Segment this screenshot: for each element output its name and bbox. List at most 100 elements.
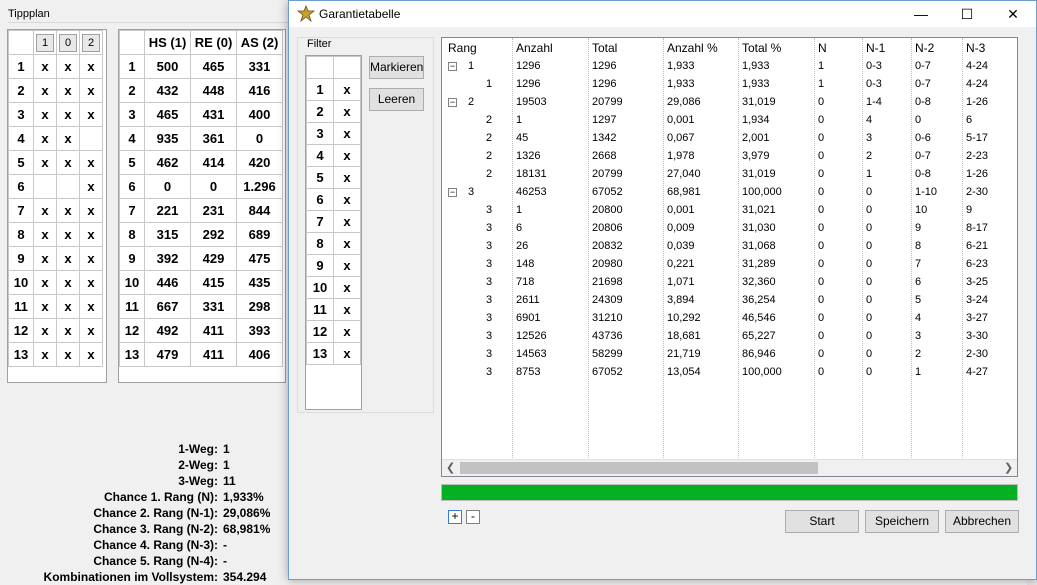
- tipp-column-button[interactable]: 1: [36, 33, 54, 52]
- tipp-cell[interactable]: x: [56, 246, 80, 271]
- tipp-column-button[interactable]: 0: [59, 33, 77, 52]
- tree-row[interactable]: 2 18131 20799 27,040 31,019 0 1 0-8 1-26: [442, 166, 1017, 184]
- tree-row[interactable]: 3 6 20806 0,009 31,030 0 0 9 8-17: [442, 220, 1017, 238]
- tipp-cell[interactable]: x: [79, 222, 103, 247]
- tipp-cell[interactable]: x: [33, 78, 57, 103]
- mark-button[interactable]: Markieren: [369, 56, 424, 79]
- filter-cell[interactable]: x: [333, 342, 361, 365]
- tipp-cell[interactable]: x: [56, 294, 80, 319]
- tree-row[interactable]: 3 148 20980 0,221 31,289 0 0 7 6-23: [442, 256, 1017, 274]
- filter-cell[interactable]: x: [333, 254, 361, 277]
- tree-row[interactable]: 2 1326 2668 1,978 3,979 0 2 0-7 2-23: [442, 148, 1017, 166]
- collapse-node-icon[interactable]: −: [448, 62, 457, 71]
- tipp-cell[interactable]: x: [79, 246, 103, 271]
- tipp-cell[interactable]: x: [33, 318, 57, 343]
- tipp-cell[interactable]: [33, 174, 57, 199]
- tipp-cell[interactable]: x: [79, 198, 103, 223]
- filter-cell[interactable]: x: [333, 78, 361, 101]
- scroll-right-icon[interactable]: ❯: [1004, 461, 1013, 474]
- tree-row[interactable]: − 1 1296 1296 1,933 1,933 1 0-3 0-7 4-24: [442, 58, 1017, 76]
- tipp-cell[interactable]: x: [56, 78, 80, 103]
- tipp-cell[interactable]: x: [56, 222, 80, 247]
- tipp-cell[interactable]: x: [56, 270, 80, 295]
- filter-cell[interactable]: x: [333, 166, 361, 189]
- tipp-cell[interactable]: x: [79, 78, 103, 103]
- tipp-cell[interactable]: x: [79, 150, 103, 175]
- filter-cell[interactable]: x: [333, 276, 361, 299]
- tipp-cell[interactable]: x: [79, 174, 103, 199]
- tree-row[interactable]: 3 6901 31210 10,292 46,546 0 0 4 3-27: [442, 310, 1017, 328]
- column-header[interactable]: Total: [592, 41, 617, 55]
- filter-cell[interactable]: x: [333, 298, 361, 321]
- tree-row[interactable]: 3 2611 24309 3,894 36,254 0 0 5 3-24: [442, 292, 1017, 310]
- tipp-cell[interactable]: x: [56, 318, 80, 343]
- filter-cell[interactable]: x: [333, 122, 361, 145]
- tree-row[interactable]: 3 12526 43736 18,681 65,227 0 0 3 3-30: [442, 328, 1017, 346]
- statistics-grid[interactable]: HS (1) RE (0) AS (2) 1 500 465 331 2 432 448 416 3 4…: [118, 29, 286, 383]
- column-header[interactable]: N-1: [866, 41, 885, 55]
- tipp-cell[interactable]: x: [56, 150, 80, 175]
- filter-cell[interactable]: x: [333, 144, 361, 167]
- collapse-node-icon[interactable]: −: [448, 188, 457, 197]
- filter-grid[interactable]: 1 x 2 x 3 x 4 x 5 x 6 x 7 x 8 x 9 x 10 x 11 x 12 x 13 x: [305, 55, 362, 410]
- tipp-cell[interactable]: x: [56, 342, 80, 367]
- tree-row[interactable]: 3 718 21698 1,071 32,360 0 0 6 3-25: [442, 274, 1017, 292]
- tippplan-grid[interactable]: 1 0 2 1 x x x 2 x x x 3 x x x 4 x x 5 x x x 6 x 7 x x x 8 x x x 9 x x x 10 x x…: [7, 29, 107, 383]
- scroll-thumb[interactable]: [460, 462, 818, 474]
- tree-row[interactable]: 3 8753 67052 13,054 100,000 0 0 1 4-27: [442, 364, 1017, 382]
- maximize-button[interactable]: ☐: [944, 1, 990, 27]
- tipp-cell[interactable]: x: [33, 198, 57, 223]
- tipp-cell[interactable]: [56, 174, 80, 199]
- tipp-column-button[interactable]: 2: [82, 33, 100, 52]
- filter-cell[interactable]: x: [333, 188, 361, 211]
- tipp-cell[interactable]: x: [79, 102, 103, 127]
- tipp-cell[interactable]: x: [79, 54, 103, 79]
- tipp-cell[interactable]: x: [33, 102, 57, 127]
- tree-row[interactable]: 1 1296 1296 1,933 1,933 1 0-3 0-7 4-24: [442, 76, 1017, 94]
- filter-cell[interactable]: x: [333, 320, 361, 343]
- start-button[interactable]: Start: [785, 510, 859, 533]
- column-header[interactable]: Anzahl %: [667, 41, 718, 55]
- tipp-cell[interactable]: x: [79, 294, 103, 319]
- tipp-cell[interactable]: x: [56, 126, 80, 151]
- guarantee-tree-view[interactable]: Rang Anzahl Total Anzahl % Total % N N-1 N-2 N-3…: [441, 37, 1018, 477]
- tipp-cell[interactable]: x: [33, 222, 57, 247]
- tipp-cell[interactable]: [79, 126, 103, 151]
- tipp-cell[interactable]: x: [56, 198, 80, 223]
- tree-row[interactable]: − 3 46253 67052 68,981 100,000 0 0 1-10 2-30: [442, 184, 1017, 202]
- tree-row[interactable]: 2 45 1342 0,067 2,001 0 3 0-6 5-17: [442, 130, 1017, 148]
- tree-row[interactable]: − 2 19503 20799 29,086 31,019 0 1-4 0-8 1-26: [442, 94, 1017, 112]
- column-header[interactable]: N-2: [915, 41, 934, 55]
- filter-cell[interactable]: x: [333, 100, 361, 123]
- expand-all-button[interactable]: +: [448, 510, 462, 524]
- tipp-cell[interactable]: x: [33, 270, 57, 295]
- save-button[interactable]: Speichern: [865, 510, 939, 533]
- column-header[interactable]: N: [818, 41, 827, 55]
- scroll-left-icon[interactable]: ❮: [446, 461, 455, 474]
- tree-row[interactable]: 3 26 20832 0,039 31,068 0 0 8 6-21: [442, 238, 1017, 256]
- tipp-cell[interactable]: x: [56, 54, 80, 79]
- tree-row[interactable]: 3 1 20800 0,001 31,021 0 0 10 9: [442, 202, 1017, 220]
- tipp-cell[interactable]: x: [79, 270, 103, 295]
- tipp-cell[interactable]: x: [33, 150, 57, 175]
- tipp-cell[interactable]: x: [33, 294, 57, 319]
- clear-button[interactable]: Leeren: [369, 88, 424, 111]
- filter-cell[interactable]: x: [333, 232, 361, 255]
- column-header[interactable]: Anzahl: [516, 41, 553, 55]
- column-header[interactable]: N-3: [966, 41, 985, 55]
- close-button[interactable]: ✕: [990, 1, 1036, 27]
- tree-row[interactable]: 2 1 1297 0,001 1,934 0 4 0 6: [442, 112, 1017, 130]
- collapse-node-icon[interactable]: −: [448, 98, 457, 107]
- tipp-cell[interactable]: x: [79, 318, 103, 343]
- minimize-button[interactable]: —: [898, 1, 944, 27]
- title-bar[interactable]: Garantietabelle — ☐ ✕: [289, 1, 1036, 27]
- cancel-button[interactable]: Abbrechen: [945, 510, 1019, 533]
- tipp-cell[interactable]: x: [33, 342, 57, 367]
- tipp-cell[interactable]: x: [33, 246, 57, 271]
- horizontal-scrollbar[interactable]: ❮ ❯: [442, 459, 1017, 476]
- tipp-cell[interactable]: x: [79, 342, 103, 367]
- tipp-cell[interactable]: x: [33, 54, 57, 79]
- filter-cell[interactable]: x: [333, 210, 361, 233]
- collapse-all-button[interactable]: -: [466, 510, 480, 524]
- tipp-cell[interactable]: x: [33, 126, 57, 151]
